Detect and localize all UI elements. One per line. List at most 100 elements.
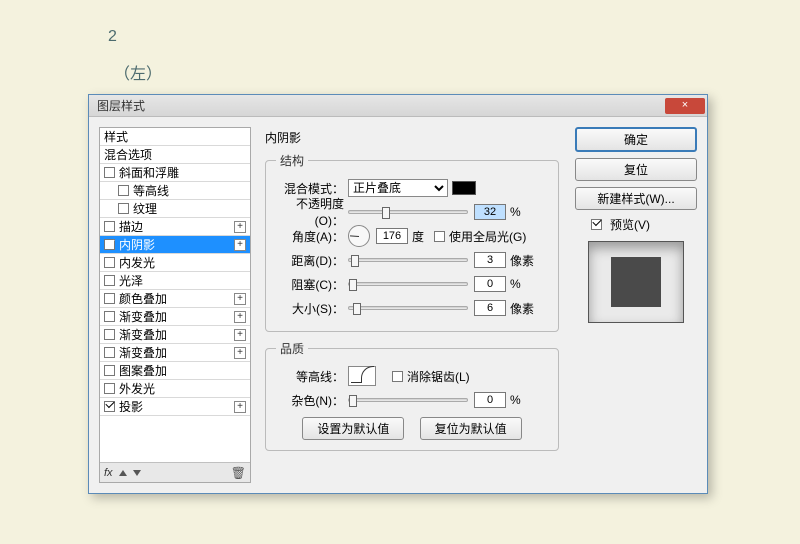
style-checkbox[interactable] [118, 203, 129, 214]
move-down-icon[interactable] [133, 470, 141, 476]
noise-label: 杂色(N)： [276, 392, 348, 409]
sidebar-item[interactable]: 图案叠加 [100, 362, 250, 380]
sidebar-item[interactable]: 光泽 [100, 272, 250, 290]
quality-legend: 品质 [276, 340, 308, 357]
sidebar-item[interactable]: 投影 + [100, 398, 250, 416]
size-slider[interactable] [348, 306, 468, 310]
add-instance-icon[interactable]: + [234, 311, 246, 323]
list-filler [100, 416, 250, 434]
styles-sidebar: 样式 混合选项斜面和浮雕等高线纹理描边+内阴影+内发光光泽颜色叠加+渐变叠加+渐… [99, 127, 251, 483]
sidebar-item[interactable]: 描边+ [100, 218, 250, 236]
antialias-checkbox[interactable] [392, 371, 403, 382]
style-label: 等高线 [133, 182, 169, 200]
sidebar-item[interactable]: 外发光 [100, 380, 250, 398]
size-input[interactable] [474, 300, 506, 316]
choke-input[interactable] [474, 276, 506, 292]
opacity-label: 不透明度(O)： [276, 195, 348, 229]
style-checkbox[interactable] [104, 293, 115, 304]
noise-input[interactable] [474, 392, 506, 408]
add-instance-icon[interactable]: + [234, 239, 246, 251]
antialias-label: 消除锯齿(L) [407, 368, 470, 385]
structure-group: 结构 混合模式： 正片叠底 不透明度(O)： % 角度(A)： [265, 152, 559, 332]
noise-unit: % [510, 393, 521, 407]
add-instance-icon[interactable]: + [234, 347, 246, 359]
blend-mode-label: 混合模式： [276, 180, 348, 197]
style-checkbox[interactable] [104, 257, 115, 268]
style-checkbox[interactable] [104, 239, 115, 250]
reset-default-button[interactable]: 复位为默认值 [420, 417, 522, 440]
trash-icon[interactable]: 🗑 [231, 466, 246, 480]
distance-slider[interactable] [348, 258, 468, 262]
style-checkbox[interactable] [104, 167, 115, 178]
sidebar-item[interactable]: 纹理 [100, 200, 250, 218]
add-instance-icon[interactable]: + [234, 329, 246, 341]
angle-dial[interactable] [348, 225, 370, 247]
contour-picker[interactable] [348, 366, 376, 386]
style-label: 图案叠加 [119, 362, 167, 380]
sidebar-footer: fx 🗑 [100, 462, 250, 482]
style-checkbox[interactable] [104, 311, 115, 322]
preview-box [588, 241, 684, 323]
sidebar-item[interactable]: 内发光 [100, 254, 250, 272]
preview-checkbox[interactable] [591, 219, 602, 230]
size-label: 大小(S)： [276, 300, 348, 317]
opacity-unit: % [510, 205, 521, 219]
sidebar-item[interactable]: 内阴影+ [100, 236, 250, 254]
sidebar-item[interactable]: 渐变叠加 + [100, 308, 250, 326]
layer-style-dialog: 图层样式 × 样式 混合选项斜面和浮雕等高线纹理描边+内阴影+内发光光泽颜色叠加… [88, 94, 708, 494]
size-unit: 像素 [510, 300, 534, 317]
sidebar-item[interactable]: 斜面和浮雕 [100, 164, 250, 182]
style-label: 混合选项 [104, 146, 152, 164]
preview-label: 预览(V) [610, 216, 650, 233]
color-swatch[interactable] [452, 181, 476, 195]
choke-label: 阻塞(C)： [276, 276, 348, 293]
style-checkbox[interactable] [104, 365, 115, 376]
style-checkbox[interactable] [118, 185, 129, 196]
style-label: 渐变叠加 [119, 326, 167, 344]
move-up-icon[interactable] [119, 470, 127, 476]
titlebar[interactable]: 图层样式 × [89, 95, 707, 117]
choke-unit: % [510, 277, 521, 291]
style-label: 投影 [119, 398, 143, 416]
style-checkbox[interactable] [104, 401, 115, 412]
style-label: 光泽 [119, 272, 143, 290]
panel-title: 内阴影 [265, 129, 559, 146]
make-default-button[interactable]: 设置为默认值 [302, 417, 404, 440]
style-checkbox[interactable] [104, 329, 115, 340]
sidebar-item[interactable]: 渐变叠加+ [100, 344, 250, 362]
add-instance-icon[interactable]: + [234, 293, 246, 305]
noise-slider[interactable] [348, 398, 468, 402]
opacity-input[interactable] [474, 204, 506, 220]
sidebar-item[interactable]: 等高线 [100, 182, 250, 200]
settings-panel: 内阴影 结构 混合模式： 正片叠底 不透明度(O)： % [251, 127, 569, 483]
global-light-checkbox[interactable] [434, 231, 445, 242]
add-instance-icon[interactable]: + [234, 221, 246, 233]
ok-button[interactable]: 确定 [575, 127, 697, 152]
sidebar-item[interactable]: 渐变叠加 + [100, 326, 250, 344]
global-light-label: 使用全局光(G) [449, 228, 526, 245]
blend-mode-select[interactable]: 正片叠底 [348, 179, 448, 197]
close-button[interactable]: × [665, 98, 705, 114]
style-label: 斜面和浮雕 [119, 164, 179, 182]
styles-header[interactable]: 样式 [100, 128, 250, 146]
sidebar-item[interactable]: 混合选项 [100, 146, 250, 164]
background-note: 2 （左） [108, 28, 162, 84]
style-label: 渐变叠加 [119, 308, 167, 326]
distance-unit: 像素 [510, 252, 534, 269]
opacity-slider[interactable] [348, 210, 468, 214]
fx-menu[interactable]: fx [104, 467, 113, 479]
style-checkbox[interactable] [104, 347, 115, 358]
style-label: 颜色叠加 [119, 290, 167, 308]
style-checkbox[interactable] [104, 383, 115, 394]
add-instance-icon[interactable]: + [234, 401, 246, 413]
new-style-button[interactable]: 新建样式(W)... [575, 187, 697, 210]
angle-input[interactable] [376, 228, 408, 244]
reset-button[interactable]: 复位 [575, 158, 697, 181]
dialog-right-column: 确定 复位 新建样式(W)... 预览(V) [569, 127, 697, 483]
style-checkbox[interactable] [104, 221, 115, 232]
distance-label: 距离(D)： [276, 252, 348, 269]
distance-input[interactable] [474, 252, 506, 268]
choke-slider[interactable] [348, 282, 468, 286]
style-checkbox[interactable] [104, 275, 115, 286]
sidebar-item[interactable]: 颜色叠加 + [100, 290, 250, 308]
